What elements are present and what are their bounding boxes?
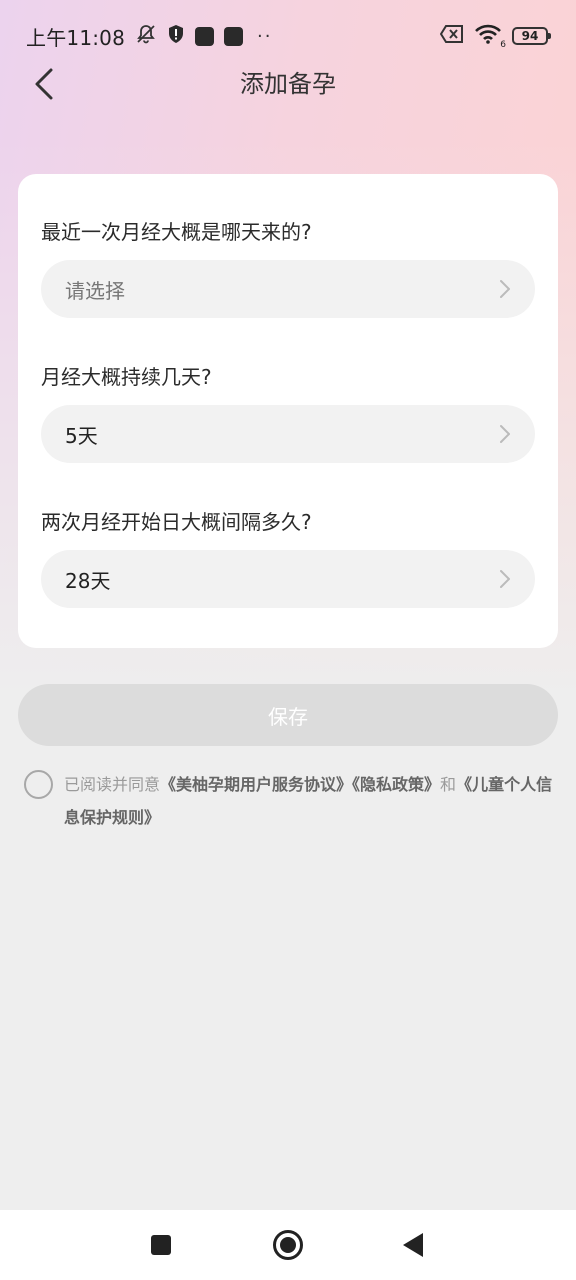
cycle-length-value: 28天 <box>65 568 111 593</box>
app-square-icon <box>224 26 244 46</box>
home-button[interactable] <box>258 1210 318 1280</box>
agreement-text: 已阅读并同意《美柚孕期用户服务协议》《隐私政策》和《儿童个人信息保护规则》 <box>64 768 554 834</box>
title-bar: 添加备孕 <box>0 60 576 108</box>
status-time: 上午11:08 <box>26 25 126 50</box>
agreement-prefix: 已阅读并同意 <box>64 775 161 794</box>
chevron-right-icon <box>499 279 511 299</box>
last-period-placeholder: 请选择 <box>65 278 125 303</box>
cycle-length-picker[interactable]: 28天 <box>41 550 535 608</box>
back-nav-button[interactable] <box>383 1210 443 1280</box>
shield-alert-icon <box>167 24 185 48</box>
period-length-question: 月经大概持续几天? <box>41 365 212 389</box>
period-length-picker[interactable]: 5天 <box>41 405 535 463</box>
wifi-icon: 6 <box>474 24 506 50</box>
form-card: 最近一次月经大概是哪天来的? 请选择 月经大概持续几天? 5天 两次月经开始日大… <box>18 174 558 648</box>
battery-icon: 94 <box>512 27 551 45</box>
last-period-picker[interactable]: 请选择 <box>41 260 535 318</box>
chevron-right-icon <box>499 569 511 589</box>
recents-button[interactable] <box>131 1210 191 1280</box>
home-circle-icon <box>273 1230 303 1260</box>
period-length-value: 5天 <box>65 423 98 448</box>
triangle-back-icon <box>403 1233 423 1257</box>
agreement-conjunction: 和 <box>440 775 457 794</box>
system-nav-bar <box>0 1210 576 1280</box>
bell-off-icon <box>135 23 157 49</box>
app-square-icon <box>195 26 215 46</box>
square-icon <box>151 1235 171 1255</box>
agreement-checkbox[interactable] <box>24 770 53 799</box>
chevron-right-icon <box>499 424 511 444</box>
cycle-length-question: 两次月经开始日大概间隔多久? <box>41 510 312 534</box>
service-agreement-link[interactable]: 《美柚孕期用户服务协议》 <box>160 775 352 794</box>
save-button[interactable]: 保存 <box>18 684 558 746</box>
more-dots-icon: ·· <box>257 25 273 47</box>
page-title: 添加备孕 <box>240 70 336 98</box>
last-period-question: 最近一次月经大概是哪天来的? <box>41 220 312 244</box>
sim-error-icon <box>439 25 464 47</box>
privacy-policy-link[interactable]: 《隐私政策》 <box>352 775 440 794</box>
network-badge: 6 <box>500 40 506 50</box>
